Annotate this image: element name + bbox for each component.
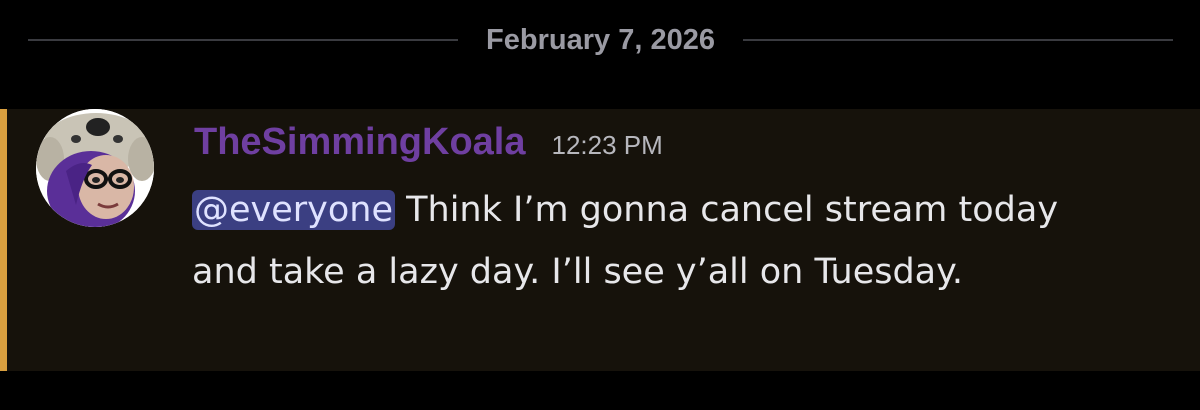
mention-highlight-bar (0, 109, 7, 371)
author-username[interactable]: TheSimmingKoala (194, 121, 526, 164)
everyone-mention[interactable]: @everyone (192, 190, 396, 230)
message-timestamp: 12:23 PM (551, 130, 663, 160)
avatar-koala-icon (36, 109, 154, 227)
divider-line-right (742, 39, 1174, 41)
message-content: @everyone Think I’m gonna cancel stream … (192, 179, 1062, 303)
divider-line-left (28, 39, 459, 41)
chat-view: February 7, 2026 TheSimmingKoala 12:23 P… (0, 0, 1200, 410)
date-divider-label: February 7, 2026 (486, 23, 715, 56)
avatar[interactable] (36, 109, 154, 227)
date-divider: February 7, 2026 (28, 0, 1174, 80)
message-item[interactable]: TheSimmingKoala 12:23 PM @everyone Think… (0, 109, 1200, 371)
message-header: TheSimmingKoala 12:23 PM (194, 121, 663, 173)
